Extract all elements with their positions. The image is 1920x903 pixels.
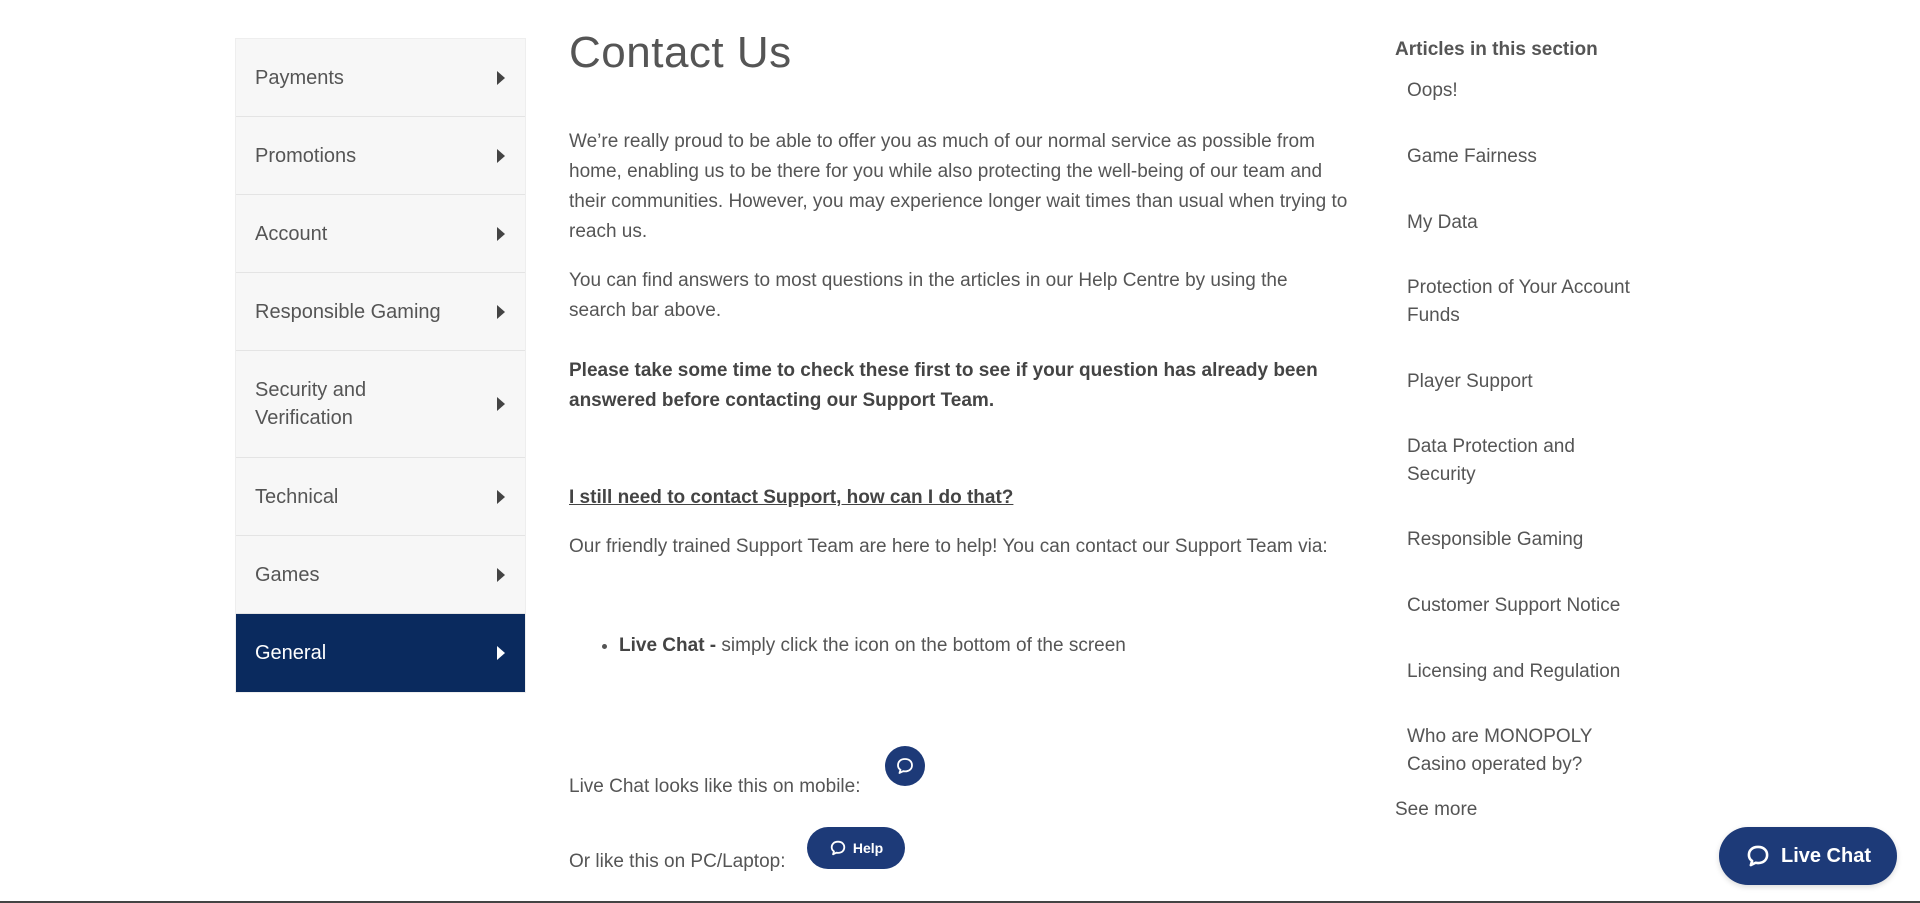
caret-right-icon [497,567,505,582]
page-title: Contact Us [569,28,792,77]
support-team-paragraph: Our friendly trained Support Team are he… [569,536,1328,557]
related-link-protection-funds[interactable]: Protection of Your Account Funds [1395,274,1657,330]
pc-help-button-example: Help [807,827,905,869]
sidebar-item-label: General [255,642,327,664]
sidebar-item-label: Security and Verification [255,379,367,429]
mobile-example-text: Live Chat looks like this on mobile: [569,776,861,797]
related-link-data-protection[interactable]: Data Protection and Security [1395,433,1607,489]
related-link-who-operates[interactable]: Who are MONOPOLY Casino operated by? [1395,723,1617,779]
help-centre-page: Payments Promotions Account Responsible … [0,0,1920,903]
sidebar-item-account[interactable]: Account [236,195,525,273]
related-link-my-data[interactable]: My Data [1395,209,1675,237]
caret-right-icon [497,304,505,319]
sidebar-item-general[interactable]: General [236,614,525,692]
chat-bubble-icon [830,840,846,856]
caret-right-icon [497,70,505,85]
related-link-oops[interactable]: Oops! [1395,77,1675,105]
related-link-customer-support-notice[interactable]: Customer Support Notice [1395,592,1675,620]
help-centre-paragraph: You can find answers to most questions i… [569,270,1288,321]
sidebar-item-security-verification[interactable]: Security and Verification [236,351,525,458]
related-link-player-support[interactable]: Player Support [1395,368,1675,396]
pc-example-text: Or like this on PC/Laptop: [569,851,786,872]
sidebar-item-label: Technical [255,485,339,508]
mobile-chat-example [885,746,925,786]
chat-bubble-icon [897,758,913,774]
check-first-paragraph: Please take some time to check these fir… [569,360,1318,411]
contact-methods-list: Live Chat - simply click the icon on the… [569,631,1349,661]
article-body: Contact Us We’re really proud to be able… [569,24,1349,872]
caret-right-icon [497,148,505,163]
sidebar-item-responsible-gaming[interactable]: Responsible Gaming [236,273,525,351]
contact-support-heading: I still need to contact Support, how can… [569,487,1014,508]
sidebar-item-games[interactable]: Games [236,536,525,614]
sidebar-item-label: Promotions [255,144,357,167]
chat-bubble-icon [1747,845,1769,867]
related-list: Oops! Game Fairness My Data Protection o… [1395,77,1675,779]
related-link-game-fairness[interactable]: Game Fairness [1395,143,1675,171]
intro-paragraph: We’re really proud to be able to offer y… [569,131,1348,242]
live-chat-bold-label: Live Chat - [619,635,717,656]
live-chat-label: Live Chat [1780,844,1872,867]
related-heading: Articles in this section [1395,39,1598,60]
sidebar-item-payments[interactable]: Payments [236,39,525,117]
sidebar-item-label: Games [255,563,320,586]
sidebar-item-promotions[interactable]: Promotions [236,117,525,195]
category-sidebar: Payments Promotions Account Responsible … [235,38,526,693]
live-chat-button[interactable]: Live Chat [1719,827,1897,885]
caret-right-icon [497,397,505,411]
caret-right-icon [497,646,505,660]
sidebar-item-label: Responsible Gaming [255,300,441,323]
list-item: Live Chat - simply click the icon on the… [619,631,1349,661]
sidebar-item-label: Account [255,222,328,245]
sidebar-item-technical[interactable]: Technical [236,458,525,536]
sidebar-item-label: Payments [255,66,344,89]
live-chat-description: simply click the icon on the bottom of t… [716,635,1126,656]
see-more-link[interactable]: See more [1395,796,1675,824]
caret-right-icon [497,489,505,504]
caret-right-icon [497,226,505,241]
related-link-responsible-gaming[interactable]: Responsible Gaming [1395,526,1675,554]
related-link-licensing[interactable]: Licensing and Regulation [1395,658,1675,686]
help-button-label: Help [852,840,884,856]
related-articles: Articles in this section Oops! Game Fair… [1395,36,1675,824]
